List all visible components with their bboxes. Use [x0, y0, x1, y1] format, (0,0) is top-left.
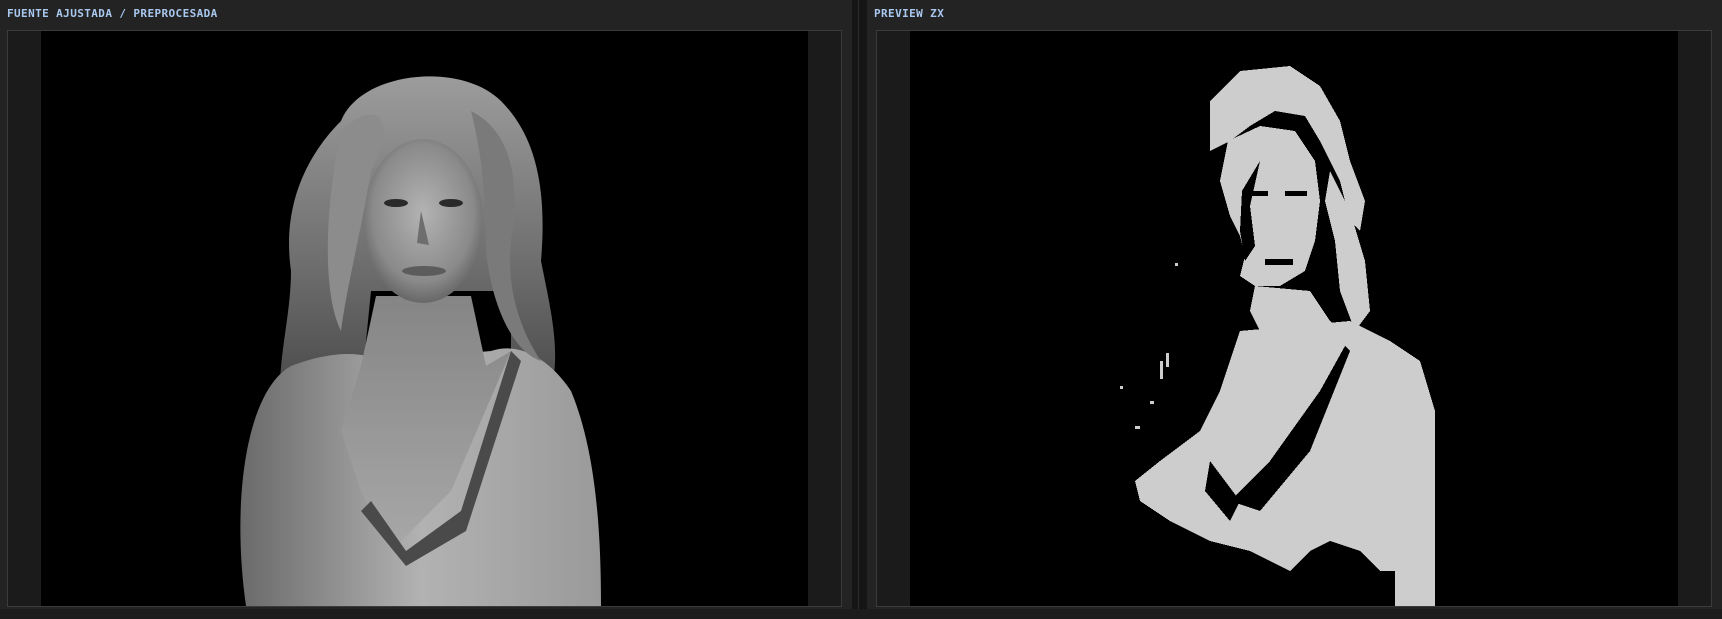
source-viewport[interactable] — [7, 30, 842, 607]
panel-splitter[interactable] — [852, 0, 867, 619]
source-canvas[interactable] — [41, 31, 808, 606]
grayscale-portrait-image — [41, 31, 808, 606]
status-strip — [0, 609, 1722, 619]
preview-canvas[interactable] — [910, 31, 1678, 606]
preview-viewport[interactable] — [876, 30, 1712, 607]
dithered-zx-portrait-image — [910, 31, 1678, 606]
preview-panel-title: PREVIEW ZX — [874, 7, 945, 20]
preview-panel: PREVIEW ZX — [867, 0, 1722, 619]
source-panel: FUENTE AJUSTADA / PREPROCESADA — [0, 0, 852, 619]
app-window: FUENTE AJUSTADA / PREPROCESADA PREVIEW Z… — [0, 0, 1722, 619]
source-panel-title: FUENTE AJUSTADA / PREPROCESADA — [7, 7, 218, 20]
